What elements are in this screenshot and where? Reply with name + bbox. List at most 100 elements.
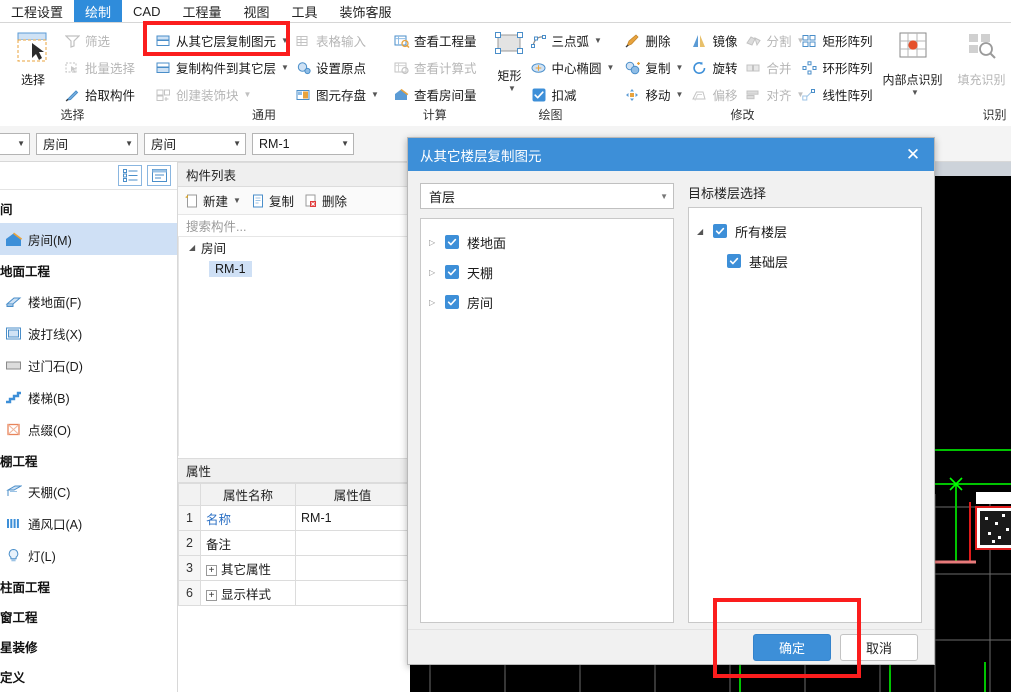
linear-array-button[interactable]: 线性阵列 bbox=[797, 83, 876, 107]
chevron-down-icon[interactable]: ▼ bbox=[244, 90, 252, 99]
tab-decoration-service[interactable]: 装饰客服 bbox=[329, 0, 403, 22]
chevron-down-icon[interactable]: ▼ bbox=[233, 196, 241, 205]
chevron-down-icon[interactable]: ▼ bbox=[607, 63, 615, 72]
table-input-button[interactable]: 表格输入 bbox=[291, 29, 383, 53]
view-quantity-button[interactable]: 查看工程量 bbox=[389, 29, 481, 53]
filter-button[interactable]: 筛选 bbox=[60, 29, 139, 53]
source-floor-select[interactable]: 首层 ▼ bbox=[420, 183, 674, 209]
deduct-checkbox[interactable]: 扣减 bbox=[527, 83, 619, 107]
sidebar-item-door-stone[interactable]: 过门石(D) bbox=[0, 349, 177, 381]
sidebar-item-floor-surface[interactable]: 楼地面(F) bbox=[0, 285, 177, 317]
sidebar-item-border-line[interactable]: 波打线(X) bbox=[0, 317, 177, 349]
merge-button[interactable]: 合并 bbox=[741, 56, 797, 80]
component-tree-item[interactable]: RM-1 bbox=[179, 258, 410, 279]
split-button[interactable]: 分割 ▼ bbox=[741, 29, 804, 53]
chevron-down-icon[interactable]: ▼ bbox=[676, 90, 684, 99]
category-combo[interactable]: ▼ bbox=[0, 132, 30, 155]
select-button[interactable]: 选择 bbox=[6, 27, 60, 108]
expand-arrow-icon[interactable]: ▷ bbox=[429, 298, 445, 307]
chevron-down-icon[interactable]: ▼ bbox=[281, 63, 289, 72]
property-row-value[interactable] bbox=[295, 580, 410, 606]
table-row[interactable]: 6 + 显示样式 bbox=[178, 580, 410, 606]
table-row[interactable]: 3 + 其它属性 bbox=[178, 555, 410, 581]
chevron-down-icon[interactable]: ▼ bbox=[335, 139, 349, 148]
sidebar-item-lamp[interactable]: 灯(L) bbox=[0, 539, 177, 571]
copy-from-other-layer-button[interactable]: 从其它层复制图元 ▼ bbox=[151, 29, 291, 53]
view-room-quantity-button[interactable]: 查看房间量 bbox=[389, 83, 481, 107]
tab-draw[interactable]: 绘制 bbox=[74, 0, 123, 22]
detail-view-button[interactable] bbox=[147, 165, 171, 186]
inner-point-recognize-button[interactable]: 内部点识别 ▼ bbox=[877, 27, 949, 108]
set-origin-button[interactable]: 设置原点 bbox=[291, 56, 383, 80]
expand-arrow-icon[interactable]: ▷ bbox=[429, 238, 445, 247]
source-tree-row[interactable]: ▷ 房间 bbox=[421, 287, 673, 317]
batch-select-button[interactable]: 批量选择 bbox=[60, 56, 139, 80]
center-ellipse-button[interactable]: 中心椭圆 ▼ bbox=[527, 56, 619, 80]
tab-cad[interactable]: CAD bbox=[122, 0, 171, 22]
property-row-value[interactable] bbox=[295, 555, 410, 581]
sidebar-item-vent[interactable]: 通风口(A) bbox=[0, 507, 177, 539]
delete-button[interactable]: 删除 bbox=[621, 29, 688, 53]
delete-component-button[interactable]: 删除 bbox=[303, 191, 347, 210]
new-component-button[interactable]: 新建 ▼ bbox=[184, 191, 241, 210]
list-view-button[interactable] bbox=[118, 165, 142, 186]
collapse-arrow-icon[interactable]: ◢ bbox=[697, 227, 713, 236]
tab-tools[interactable]: 工具 bbox=[281, 0, 329, 22]
rect-array-button[interactable]: 矩形阵列 bbox=[797, 29, 876, 53]
component-group-combo[interactable]: 房间 ▼ bbox=[144, 132, 246, 155]
checkbox-checked-icon[interactable] bbox=[445, 265, 459, 279]
copy-component-to-other-layer-button[interactable]: 复制构件到其它层 ▼ bbox=[151, 56, 291, 80]
component-search-input[interactable]: 搜索构件... bbox=[178, 215, 410, 237]
checkbox-checked-icon[interactable] bbox=[713, 224, 727, 238]
three-point-arc-button[interactable]: 三点弧 ▼ bbox=[527, 29, 619, 53]
chevron-down-icon[interactable]: ▼ bbox=[371, 90, 379, 99]
expand-arrow-icon[interactable]: ◢ bbox=[189, 243, 201, 252]
close-icon[interactable]: ✕ bbox=[898, 140, 928, 170]
tab-project-settings[interactable]: 工程设置 bbox=[0, 0, 74, 22]
component-name-combo[interactable]: RM-1 ▼ bbox=[252, 132, 354, 155]
source-tree-row[interactable]: ▷ 天棚 bbox=[421, 257, 673, 287]
target-tree-row[interactable]: ◢ 所有楼层 bbox=[689, 216, 921, 246]
sidebar-item-stairs[interactable]: 楼梯(B) bbox=[0, 381, 177, 413]
property-row-value[interactable] bbox=[295, 530, 410, 556]
pick-component-button[interactable]: 拾取构件 bbox=[60, 83, 139, 107]
sidebar-item-room[interactable]: 房间(M) bbox=[0, 223, 177, 255]
mirror-button[interactable]: 镜像 bbox=[687, 29, 741, 53]
component-type-combo[interactable]: 房间 ▼ bbox=[36, 132, 138, 155]
chevron-down-icon[interactable]: ▼ bbox=[11, 139, 25, 148]
property-row-name[interactable]: + 显示样式 bbox=[200, 580, 296, 606]
chevron-down-icon[interactable]: ▼ bbox=[594, 36, 602, 45]
create-decoration-block-button[interactable]: 创建装饰块 ▼ bbox=[151, 83, 291, 107]
tab-quantity[interactable]: 工程量 bbox=[171, 0, 232, 22]
property-row-name[interactable]: + 其它属性 bbox=[200, 555, 296, 581]
align-button[interactable]: 对齐 ▼ bbox=[741, 83, 804, 107]
expand-plus-icon[interactable]: + bbox=[206, 589, 217, 601]
checkbox-checked-icon[interactable] bbox=[727, 254, 741, 268]
view-formula-button[interactable]: 查看计算式 bbox=[389, 56, 481, 80]
property-row-value[interactable]: RM-1 bbox=[295, 505, 410, 531]
rectangle-button[interactable]: 矩形 ▼ bbox=[493, 27, 527, 108]
chevron-down-icon[interactable]: ▼ bbox=[911, 88, 919, 97]
chevron-down-icon[interactable]: ▼ bbox=[227, 139, 241, 148]
ok-button[interactable]: 确定 bbox=[753, 633, 831, 661]
chevron-down-icon[interactable]: ▼ bbox=[676, 63, 684, 72]
offset-button[interactable]: 偏移 bbox=[687, 83, 741, 107]
copy-component-button[interactable]: 复制 bbox=[250, 191, 294, 210]
source-tree-row[interactable]: ▷ 楼地面 bbox=[421, 227, 673, 257]
sidebar-item-ceiling[interactable]: 天棚(C) bbox=[0, 475, 177, 507]
expand-plus-icon[interactable]: + bbox=[206, 564, 217, 576]
chevron-down-icon[interactable]: ▼ bbox=[119, 139, 133, 148]
copy-button[interactable]: 复制 ▼ bbox=[621, 56, 688, 80]
rotate-button[interactable]: 旋转 bbox=[687, 56, 741, 80]
table-row[interactable]: 1 名称 RM-1 bbox=[178, 505, 410, 531]
save-element-button[interactable]: 图元存盘 ▼ bbox=[291, 83, 383, 107]
chevron-down-icon[interactable]: ▼ bbox=[281, 36, 289, 45]
chevron-down-icon[interactable]: ▼ bbox=[660, 192, 668, 201]
table-row[interactable]: 2 备注 bbox=[178, 530, 410, 556]
move-button[interactable]: 移动 ▼ bbox=[621, 83, 688, 107]
checkbox-checked-icon[interactable] bbox=[445, 295, 459, 309]
polar-array-button[interactable]: 环形阵列 bbox=[797, 56, 876, 80]
component-tree-root[interactable]: ◢ 房间 bbox=[179, 237, 410, 258]
sidebar-item-decor[interactable]: 点缀(O) bbox=[0, 413, 177, 445]
checkbox-checked-icon[interactable] bbox=[445, 235, 459, 249]
